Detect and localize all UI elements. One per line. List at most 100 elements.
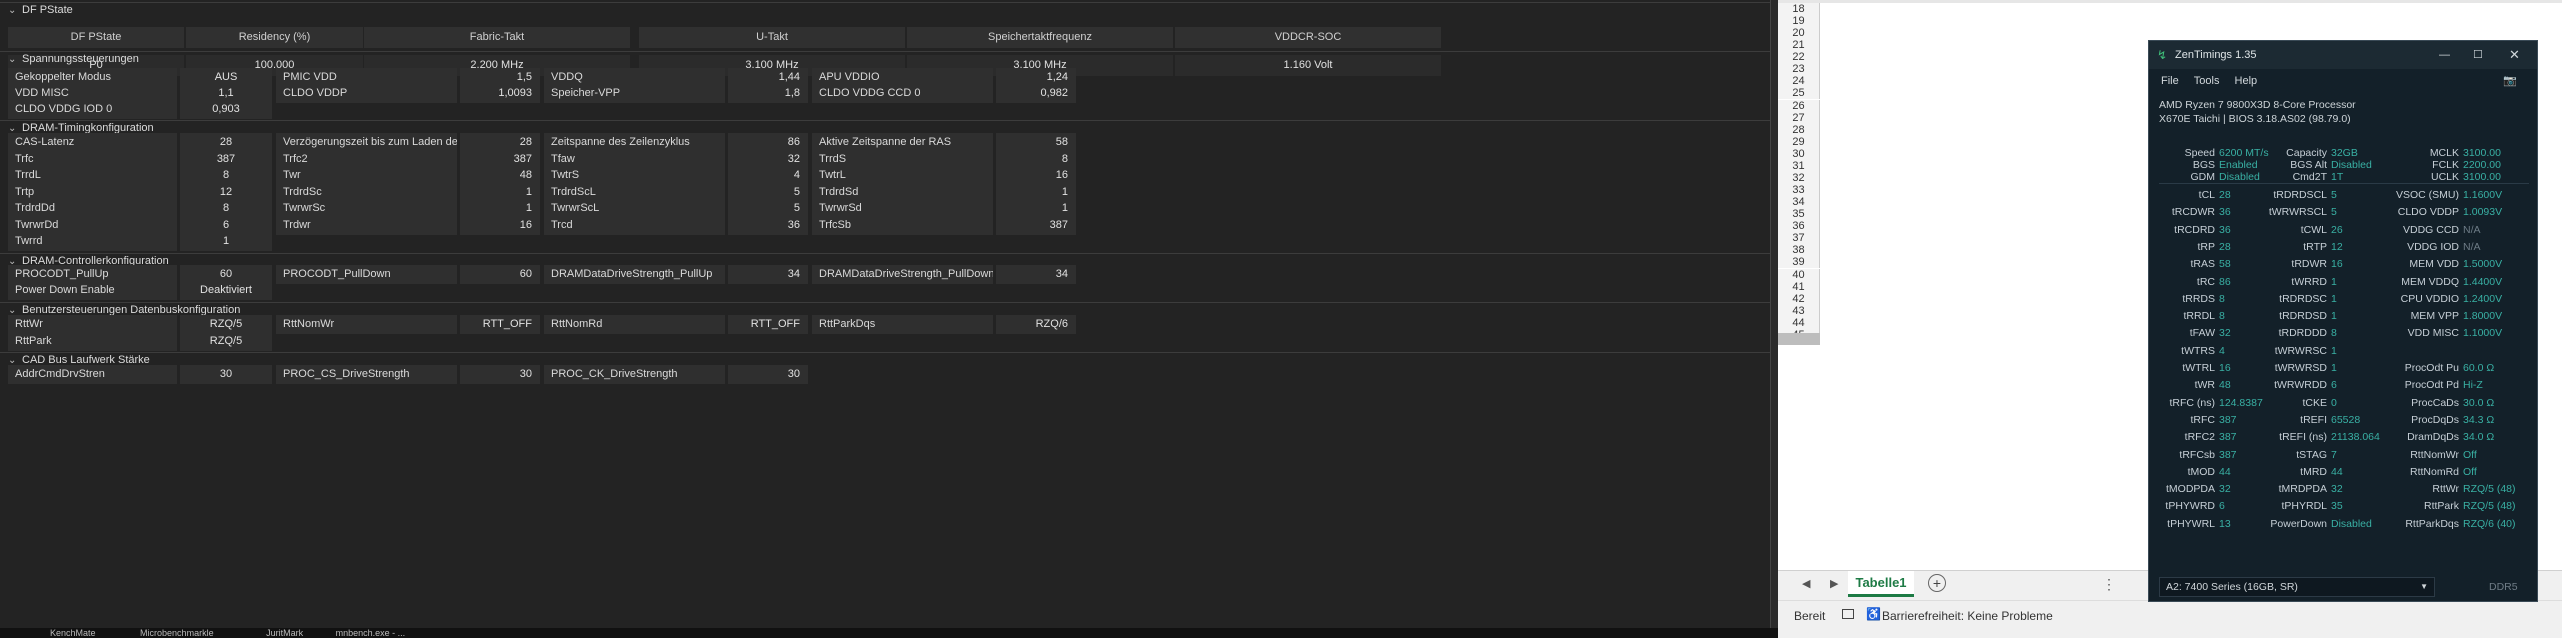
chevron-down-icon: ▼ [2420, 582, 2428, 591]
timing-label: tWTRL [2182, 362, 2215, 374]
taskbar-item[interactable]: JuritMark [266, 628, 303, 638]
row-number[interactable]: 43 [1778, 304, 1820, 317]
row-number[interactable]: 27 [1778, 111, 1820, 124]
param-value[interactable]: 1 [180, 232, 272, 251]
timing-label: tRDRDSD [2279, 310, 2327, 323]
row-number[interactable]: 24 [1778, 75, 1820, 88]
memory-type: DDR5 [2489, 581, 2518, 593]
more-icon[interactable]: ⋮ [2102, 576, 2116, 593]
timing-value: 1.8000V [2463, 310, 2503, 323]
param-value[interactable]: RTT_OFF [728, 315, 808, 334]
taskbar-item[interactable]: Microbenchmarkle [140, 628, 214, 638]
param-value[interactable]: RZQ/6 [996, 315, 1076, 334]
param-value[interactable]: 1,8 [728, 84, 808, 103]
timing-label: tWRWRSC [2274, 344, 2327, 357]
taskbar-item[interactable]: mnbench.exe - ... [336, 628, 406, 638]
timing-label: tRDRDDD [2278, 327, 2327, 340]
section-title: DF PState [22, 4, 73, 16]
timing-value: 1.5000V [2463, 258, 2503, 271]
row-number[interactable]: 23 [1778, 63, 1820, 76]
timing-label: CLDO VDDP [2397, 206, 2459, 219]
row-number[interactable]: 30 [1778, 147, 1820, 160]
menu-file[interactable]: File [2161, 75, 2179, 87]
timing-value: Hi-Z [2463, 379, 2483, 392]
row-number[interactable]: 35 [1778, 208, 1820, 221]
scroll-right-icon[interactable]: ▶ [1830, 577, 1838, 590]
row-number[interactable]: 44 [1778, 316, 1820, 329]
row-number[interactable]: 33 [1778, 184, 1820, 197]
timing-label: tMRDPDA [2278, 483, 2327, 496]
add-sheet-icon[interactable]: + [1928, 574, 1946, 592]
row-number[interactable]: 20 [1778, 27, 1820, 40]
param-value[interactable]: RZQ/5 [180, 331, 272, 351]
timing-value: 44 [2331, 465, 2343, 478]
timing-value: RZQ/5 (48) [2463, 483, 2516, 496]
timing-value: 35 [2331, 500, 2343, 513]
param-value[interactable]: 60 [460, 265, 540, 284]
row-number[interactable]: 39 [1778, 256, 1820, 269]
row-number[interactable]: 25 [1778, 87, 1820, 100]
timing-value: 26 [2331, 223, 2343, 236]
timing-label: RttPark [2423, 500, 2459, 513]
param-value[interactable]: 387 [996, 215, 1076, 235]
row-number[interactable]: 42 [1778, 292, 1820, 305]
timing-label: tRTP [2303, 240, 2327, 253]
param-value[interactable]: 36 [728, 215, 808, 235]
param-value[interactable]: RTT_OFF [460, 315, 540, 334]
timing-label: tMODPDA [2165, 483, 2215, 496]
param-label: RttParkDqs [812, 315, 993, 334]
param-value[interactable]: 0,903 [180, 100, 272, 119]
row-number[interactable]: 38 [1778, 244, 1820, 257]
param-value[interactable]: 30 [728, 365, 808, 384]
scroll-left-icon[interactable]: ◀ [1802, 577, 1810, 590]
row-number[interactable]: 37 [1778, 232, 1820, 245]
timing-label: tCL [2198, 189, 2215, 201]
timing-label: MEM VDD [2409, 258, 2459, 271]
param-value[interactable]: 1,0093 [460, 84, 540, 103]
param-value[interactable]: 34 [728, 265, 808, 284]
timing-label: tFAW [2189, 327, 2215, 340]
param-value[interactable]: 0,982 [996, 84, 1076, 103]
maximize-icon[interactable]: ☐ [2473, 41, 2483, 69]
divider [2159, 183, 2529, 184]
status-accessibility[interactable]: Barrierefreiheit: Keine Probleme [1882, 609, 2053, 623]
row-number[interactable]: 36 [1778, 220, 1820, 233]
row-number[interactable]: 28 [1778, 123, 1820, 136]
param-value[interactable]: Deaktiviert [180, 281, 272, 300]
timing-label: tMRD [2300, 465, 2327, 478]
menu-tools[interactable]: Tools [2194, 75, 2220, 87]
accessibility-icon[interactable]: ♿ [1866, 607, 1881, 621]
row-number[interactable]: 34 [1778, 196, 1820, 209]
row-number[interactable]: 18 [1778, 3, 1820, 15]
row-number[interactable]: 21 [1778, 39, 1820, 52]
param-label: Trcd [544, 215, 725, 235]
chevron-down-icon[interactable]: ⌄ [8, 52, 16, 67]
taskbar-item[interactable]: KenchMate [50, 628, 96, 638]
row-number[interactable]: 32 [1778, 171, 1820, 184]
row-number[interactable]: 19 [1778, 15, 1820, 28]
close-icon[interactable]: ✕ [2509, 41, 2520, 69]
section-header-voltages[interactable]: ⌄ Spannungssteuerungen [0, 51, 1778, 67]
timing-value: 21138.064 [2331, 431, 2380, 444]
param-value[interactable]: 30 [460, 365, 540, 384]
row-number[interactable]: 41 [1778, 280, 1820, 293]
minimize-icon[interactable]: — [2439, 41, 2450, 69]
row-number[interactable]: 40 [1778, 268, 1820, 281]
param-value[interactable]: 30 [180, 365, 272, 384]
section-header-df-pstate[interactable]: ⌄ DF PState [0, 2, 1778, 18]
sheet-tab[interactable]: Tabelle1 [1848, 571, 1914, 597]
timing-label: tRCDWR [2171, 206, 2215, 219]
param-value[interactable]: 16 [460, 215, 540, 235]
row-number[interactable]: 29 [1778, 135, 1820, 148]
chevron-down-icon[interactable]: ⌄ [8, 3, 16, 18]
row-number[interactable]: 31 [1778, 159, 1820, 172]
df-header-cell: U-Takt [639, 27, 905, 48]
row-number[interactable]: 22 [1778, 51, 1820, 64]
row-number[interactable]: 26 [1778, 99, 1820, 112]
timing-label: tWTRS [2181, 344, 2215, 357]
dimm-select[interactable]: A2: 7400 Series (16GB, SR) ▼ [2159, 577, 2435, 597]
param-value[interactable]: 34 [996, 265, 1076, 284]
camera-icon[interactable]: 📷 [2503, 69, 2517, 93]
timing-label: ProcDqDs [2411, 413, 2459, 426]
menu-help[interactable]: Help [2235, 75, 2258, 87]
